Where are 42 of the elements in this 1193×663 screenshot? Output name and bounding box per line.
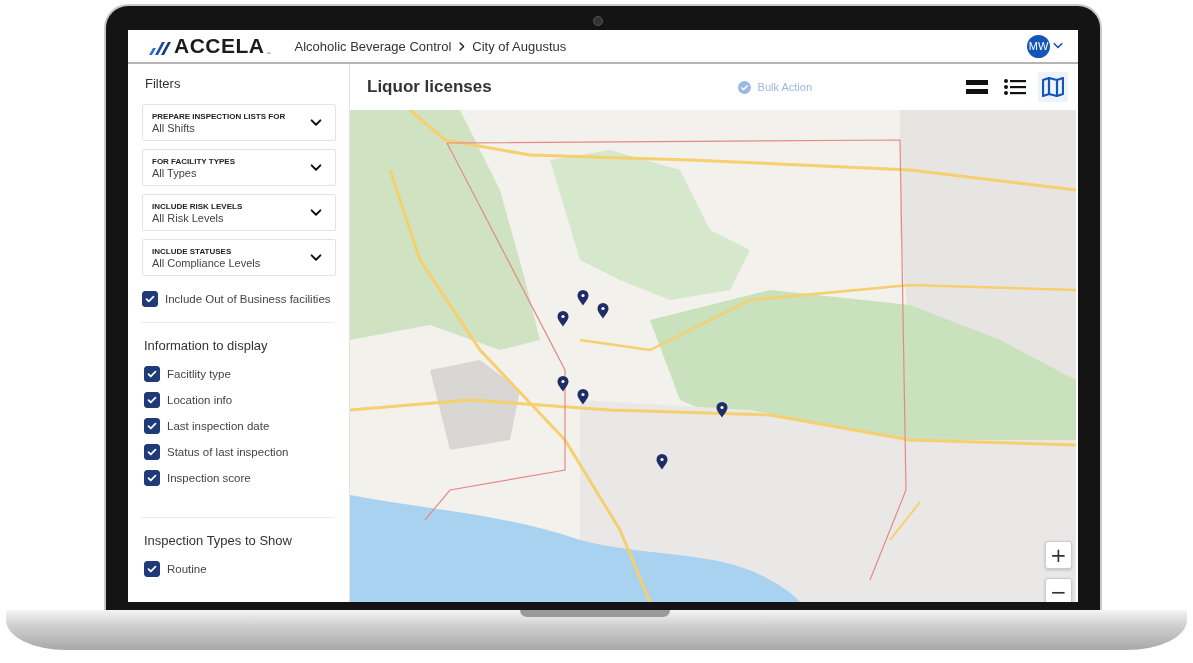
zoom-out-button[interactable]: − <box>1045 578 1072 602</box>
laptop-camera <box>593 16 603 26</box>
map-pin-icon[interactable] <box>577 290 589 306</box>
user-avatar[interactable]: MW <box>1027 34 1050 58</box>
map-pin-icon[interactable] <box>656 454 668 470</box>
map-pin-icon[interactable] <box>557 376 569 392</box>
checkbox[interactable] <box>144 470 160 486</box>
logo-icon <box>148 40 172 56</box>
map-pin-icon[interactable] <box>557 311 569 327</box>
logo-text: ACCELA <box>174 36 265 56</box>
check-circle-icon <box>737 80 751 94</box>
map-pin-icon[interactable] <box>716 402 728 418</box>
checkbox[interactable] <box>144 561 160 577</box>
rows-icon <box>966 79 988 95</box>
map-view-button[interactable] <box>1038 72 1068 102</box>
section-title: Inspection Types to Show <box>144 533 293 548</box>
map-pin-icon[interactable] <box>577 389 589 405</box>
checkbox-label: Inspection score <box>167 472 251 484</box>
list-icon <box>1004 79 1026 95</box>
checkbox-label: Routine <box>167 563 207 575</box>
filter-dropdown[interactable]: INCLUDE STATUSES All Compliance Levels <box>142 239 336 276</box>
section-title: Information to display <box>144 338 269 353</box>
filter-dropdown[interactable]: INCLUDE RISK LEVELS All Risk Levels <box>142 194 336 231</box>
filter-dropdown[interactable]: PREPARE INSPECTION LISTS FOR All Shifts <box>142 104 336 141</box>
checkbox-label: Location info <box>167 394 233 406</box>
zoom-in-button[interactable]: + <box>1045 541 1072 569</box>
filter-dropdown[interactable]: FOR FACILITY TYPES All Types <box>142 149 336 186</box>
page-title: Liquor licenses <box>367 77 492 97</box>
checkbox[interactable] <box>144 392 160 408</box>
checkbox[interactable] <box>144 418 160 434</box>
filters-title: Filters <box>145 76 182 91</box>
checkbox-label: Include Out of Business facilities <box>165 293 331 305</box>
map-icon <box>1042 77 1064 97</box>
checkbox[interactable] <box>144 366 160 382</box>
checkbox-label: Status of last inspection <box>167 446 289 458</box>
breadcrumb-link[interactable]: City of Augustus <box>472 38 567 54</box>
checkbox[interactable] <box>144 444 160 460</box>
map-pin-icon[interactable] <box>597 303 609 319</box>
checkbox-label: Last inspection date <box>167 420 270 432</box>
checkbox[interactable] <box>142 291 158 307</box>
breadcrumb-link[interactable]: Alcoholic Beverage Control <box>294 38 452 54</box>
checkbox-label: Facitlity type <box>167 368 231 380</box>
